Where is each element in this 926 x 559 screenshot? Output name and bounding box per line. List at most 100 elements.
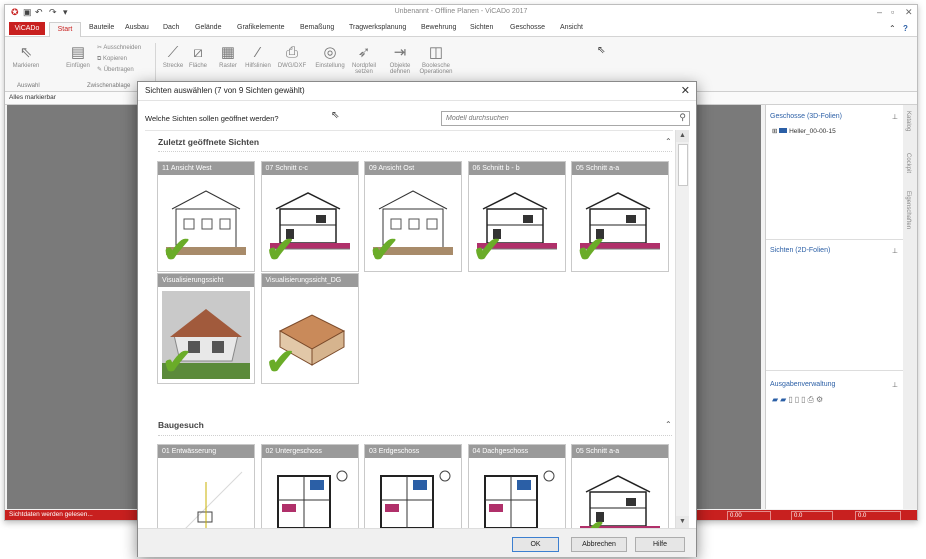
side-tab-cockpit[interactable]: Cockpit: [905, 153, 911, 173]
tab-gelaende[interactable]: Gelände: [195, 24, 221, 31]
view-card[interactable]: 05 Schnitt a-a ✔: [571, 444, 669, 529]
checkmark-icon: ✔: [265, 341, 296, 382]
dialog-question: Welche Sichten sollen geöffnet werden?: [145, 114, 279, 123]
view-card[interactable]: 04 Dachgeschoss: [467, 444, 566, 529]
measure-area-icon: ⧄: [193, 44, 203, 61]
close-icon[interactable]: ✕: [681, 84, 690, 97]
view-card[interactable]: 09 Ansicht Ost ✔: [364, 161, 462, 272]
panel-divider: [766, 239, 904, 240]
boolean-icon: ◫: [428, 44, 444, 61]
scrollbar[interactable]: ▲ ▼: [675, 130, 689, 528]
view-card[interactable]: 03 Erdgeschoss: [364, 444, 462, 529]
ribbon-separator: [155, 43, 156, 85]
view-card-label: 02 Untergeschoss: [261, 445, 358, 458]
view-card[interactable]: Visualisierungssicht_DG ✔: [260, 273, 359, 384]
collapse-ribbon-icon[interactable]: ⌃: [889, 24, 896, 33]
view-card[interactable]: 01 Entwässerung: [157, 444, 255, 529]
guideline-icon: ⁄: [256, 44, 260, 61]
close-icon[interactable]: ✕: [905, 7, 913, 18]
ausschneiden-button[interactable]: ✂ Ausschneiden: [97, 43, 141, 54]
pin-icon[interactable]: ⊥: [892, 381, 898, 389]
view-card[interactable]: Visualisierungssicht ✔: [157, 273, 255, 384]
status-field-x[interactable]: 0.00: [727, 511, 771, 520]
tab-dach[interactable]: Dach: [163, 24, 179, 31]
pin-icon[interactable]: ⊥: [892, 247, 898, 255]
dwg-dxf-button[interactable]: ⎙ DWG/DXF: [275, 43, 309, 69]
nordpfeil-button[interactable]: ➶ Nordpfeil setzen: [349, 43, 379, 75]
search-box[interactable]: ⚲: [441, 111, 690, 126]
collapse-chevron-icon[interactable]: ⌃: [665, 420, 672, 429]
view-card[interactable]: 07 Schnitt c-c ✔: [260, 161, 359, 272]
help-icon[interactable]: ?: [903, 24, 908, 33]
hilfslinien-button[interactable]: ⁄ Hilfslinien: [242, 43, 274, 69]
raster-button[interactable]: ▦ Raster: [216, 43, 240, 69]
mouse-cursor-icon: ⇖: [597, 45, 606, 56]
dialog-footer: OK Abbrechen Hilfe: [138, 528, 696, 557]
strecke-button[interactable]: ⟋ Strecke: [161, 43, 185, 69]
view-card-label: Visualisierungssicht: [158, 274, 254, 287]
side-tab-eigenschaften[interactable]: Eigenschaften: [905, 191, 911, 229]
tab-sichten[interactable]: Sichten: [470, 24, 493, 31]
tab-geschosse[interactable]: Geschosse: [510, 24, 545, 31]
window-title: Unbenannt - Offline Planen - ViCADo 2017: [394, 8, 528, 15]
view-card[interactable]: 05 Schnitt a-a ✔: [571, 161, 669, 272]
flaeche-button[interactable]: ⧄ Fläche: [186, 43, 210, 69]
ribbon-tabs: ViCADo Start Bauteile Ausbau Dach Geländ…: [5, 21, 917, 37]
uebertragen-button[interactable]: ✎ Übertragen: [97, 65, 141, 76]
tab-ansicht[interactable]: Ansicht: [560, 24, 583, 31]
search-input[interactable]: [446, 113, 666, 123]
sichten-panel-title: Sichten (2D-Folien): [770, 247, 831, 254]
settings-icon[interactable]: ⚙: [816, 395, 825, 404]
status-field-y[interactable]: 0.0: [791, 511, 833, 520]
scroll-up-icon[interactable]: ▲: [676, 130, 689, 142]
boolesche-operationen-button[interactable]: ◫ Boolesche Operationen: [415, 43, 457, 75]
paste-icon: ▤: [70, 44, 86, 61]
tab-tragwerksplanung[interactable]: Tragwerksplanung: [349, 24, 406, 31]
markieren-button[interactable]: ⇖ Markieren: [11, 43, 41, 69]
view-card-label: 09 Ansicht Ost: [365, 162, 461, 175]
cancel-button[interactable]: Abbrechen: [571, 537, 627, 552]
mouse-cursor-icon: ⇖: [331, 110, 340, 121]
checkmark-icon: ✔: [369, 229, 400, 270]
side-tab-katalog[interactable]: Katalog: [905, 111, 911, 131]
view-thumbnail: [380, 470, 451, 529]
section-divider: [158, 435, 672, 436]
view-card-label: 06 Schnitt b - b: [468, 162, 565, 175]
help-button[interactable]: Hilfe: [635, 537, 685, 552]
filter-select[interactable]: Alles markierbar: [9, 94, 56, 101]
pin-icon[interactable]: ⊥: [892, 113, 898, 121]
tab-start[interactable]: Start: [49, 22, 81, 37]
tab-grafikelemente[interactable]: Grafikelemente: [237, 24, 284, 31]
view-card[interactable]: 02 Untergeschoss: [260, 444, 359, 529]
tab-bewehrung[interactable]: Bewehrung: [421, 24, 456, 31]
kopieren-button[interactable]: ⧉ Kopieren: [97, 54, 141, 65]
view-card-label: 04 Dachgeschoss: [468, 445, 565, 458]
collapse-chevron-icon[interactable]: ⌃: [665, 137, 672, 146]
tab-app-menu[interactable]: ViCADo: [9, 22, 45, 35]
einfuegen-button[interactable]: ▤ Einfügen: [63, 43, 93, 69]
scroll-down-icon[interactable]: ▼: [676, 516, 689, 528]
compass-icon: ◎: [323, 44, 337, 61]
ausgabe-panel-title: Ausgabenverwaltung: [770, 381, 836, 388]
objekte-dehnen-button[interactable]: ⇥ Objekte dehnen: [385, 43, 415, 75]
print-icon[interactable]: ⎙: [808, 395, 816, 404]
einstellung-button[interactable]: ◎ Einstellung: [313, 43, 347, 69]
view-card-label: 05 Schnitt a-a: [572, 445, 668, 458]
group-label-auswahl: Auswahl: [17, 83, 40, 89]
geschosse-tree-item[interactable]: ⊞ Heller_00-00-15: [772, 127, 836, 135]
status-field-z[interactable]: 0.0: [855, 511, 901, 520]
view-card[interactable]: 06 Schnitt b - b ✔: [467, 161, 566, 272]
tab-ausbau[interactable]: Ausbau: [125, 24, 149, 31]
ok-button[interactable]: OK: [512, 537, 559, 552]
expand-icon[interactable]: ⊞: [772, 128, 777, 135]
minimize-icon[interactable]: –: [877, 7, 882, 17]
maximize-icon[interactable]: ▫: [891, 7, 894, 17]
scroll-thumb[interactable]: [678, 144, 688, 186]
search-icon[interactable]: ⚲: [679, 112, 686, 123]
dwg-import-icon: ⎙: [285, 44, 298, 61]
measure-distance-icon: ⟋: [167, 44, 179, 61]
open-folder-icon[interactable]: ▰: [772, 395, 780, 404]
tab-bemassung[interactable]: Bemaßung: [300, 24, 334, 31]
view-card[interactable]: 11 Ansicht West ✔: [157, 161, 255, 272]
tab-bauteile[interactable]: Bauteile: [89, 24, 114, 31]
